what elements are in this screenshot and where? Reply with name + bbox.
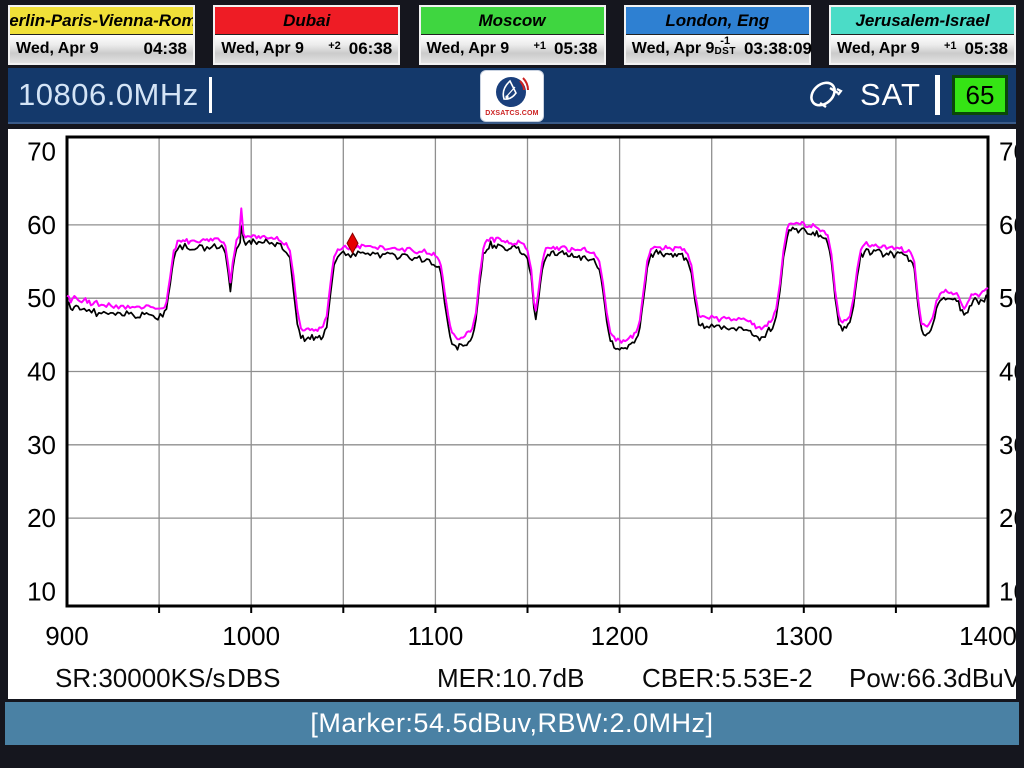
status-cber: CBER:5.53E-2 — [642, 663, 813, 694]
marker-readout-text: [Marker:54.5dBuv,RBW:2.0MHz] — [310, 708, 713, 739]
city-name: Jerusalem-Israel — [855, 11, 989, 31]
clock-date: Wed, Apr 9 — [427, 40, 534, 58]
svg-text:20: 20 — [999, 503, 1016, 533]
utc-offset: +1 — [533, 41, 546, 52]
frequency-input[interactable]: 10806.0MHz — [18, 77, 212, 113]
svg-text:50: 50 — [27, 283, 56, 313]
clock-moscow: Moscow Wed, Apr 9 +1 05:38 — [419, 5, 606, 65]
utc-offset-dst: -1DST — [714, 36, 736, 57]
clock-london: London, Eng Wed, Apr 9 -1DST 03:38:09 — [624, 5, 811, 65]
svg-text:10: 10 — [27, 576, 56, 606]
status-symbol-rate: SR:30000KS/s — [55, 663, 226, 694]
utc-offset: +2 — [328, 41, 341, 52]
svg-text:1400: 1400 — [959, 621, 1016, 651]
clock-city-label: London, Eng — [626, 7, 809, 35]
clock-time: 05:38 — [554, 39, 597, 59]
spectrum-chart[interactable]: 10 10 20 20 30 30 40 40 50 50 60 60 70 70 900 1000 1100 1… — [8, 129, 1016, 699]
svg-text:20: 20 — [27, 503, 56, 533]
svg-text:40: 40 — [999, 357, 1016, 387]
clock-city-label: Dubai — [215, 7, 398, 35]
status-system: DBS — [227, 663, 280, 694]
svg-text:50: 50 — [999, 283, 1016, 313]
logo-text: DXSATCS.COM — [485, 110, 538, 117]
satellite-dish-icon — [806, 76, 848, 114]
signal-strength-value: 65 — [952, 75, 1008, 115]
marker-readout-bar: [Marker:54.5dBuv,RBW:2.0MHz] — [5, 702, 1019, 745]
text-cursor — [209, 77, 212, 113]
clock-date: Wed, Apr 9 — [837, 40, 944, 58]
svg-text:10: 10 — [999, 576, 1016, 606]
svg-text:60: 60 — [999, 210, 1016, 240]
clock-jerusalem: Jerusalem-Israel Wed, Apr 9 +1 05:38 — [829, 5, 1016, 65]
clock-time: 06:38 — [349, 39, 392, 59]
status-mer: MER:10.7dB — [437, 663, 584, 694]
city-name: Moscow — [478, 11, 545, 31]
svg-text:900: 900 — [45, 621, 88, 651]
svg-text:70: 70 — [999, 137, 1016, 167]
sat-label: SAT — [860, 77, 921, 113]
clock-date: Wed, Apr 9 — [632, 40, 715, 58]
city-name: London, Eng — [665, 11, 769, 31]
header-bar: 10806.0MHz DXSATCS.COM SAT 65 — [8, 68, 1016, 124]
spectrum-panel: 10 10 20 20 30 30 40 40 50 50 60 60 70 70 900 1000 1100 1… — [8, 129, 1016, 699]
svg-text:1100: 1100 — [407, 621, 463, 651]
clock-date: Wed, Apr 9 — [16, 40, 144, 58]
dxsatcs-logo: DXSATCS.COM — [481, 71, 543, 121]
logo-dish-icon — [494, 75, 530, 109]
satellite-meter-screen: { "clocks": [ {"city": "Berlin-Paris-Vie… — [0, 0, 1024, 768]
clock-city-label: Jerusalem-Israel — [831, 7, 1014, 35]
separator-bar — [935, 75, 940, 115]
svg-text:40: 40 — [27, 357, 56, 387]
svg-text:30: 30 — [999, 430, 1016, 460]
clock-time: 04:38 — [144, 39, 187, 59]
svg-text:1000: 1000 — [222, 621, 280, 651]
city-name: Dubai — [283, 11, 330, 31]
svg-text:30: 30 — [27, 430, 56, 460]
world-clock-row: Berlin-Paris-Vienna-Roma Wed, Apr 9 04:3… — [0, 0, 1024, 62]
svg-text:70: 70 — [27, 137, 56, 167]
clock-city-label: Moscow — [421, 7, 604, 35]
frequency-value[interactable]: 10806.0MHz — [18, 77, 199, 113]
clock-date: Wed, Apr 9 — [221, 40, 328, 58]
clock-city-label: Berlin-Paris-Vienna-Roma — [10, 7, 193, 35]
utc-offset: +1 — [944, 41, 957, 52]
clock-time: 03:38:09 — [744, 39, 812, 59]
svg-text:60: 60 — [27, 210, 56, 240]
svg-text:1200: 1200 — [591, 621, 649, 651]
svg-text:1300: 1300 — [775, 621, 833, 651]
clock-time: 05:38 — [965, 39, 1008, 59]
clock-berlin-paris-vienna-roma: Berlin-Paris-Vienna-Roma Wed, Apr 9 04:3… — [8, 5, 195, 65]
status-power: Pow:66.3dBuV — [849, 663, 1016, 694]
clock-dubai: Dubai Wed, Apr 9 +2 06:38 — [213, 5, 400, 65]
city-name: Berlin-Paris-Vienna-Roma — [10, 11, 193, 31]
